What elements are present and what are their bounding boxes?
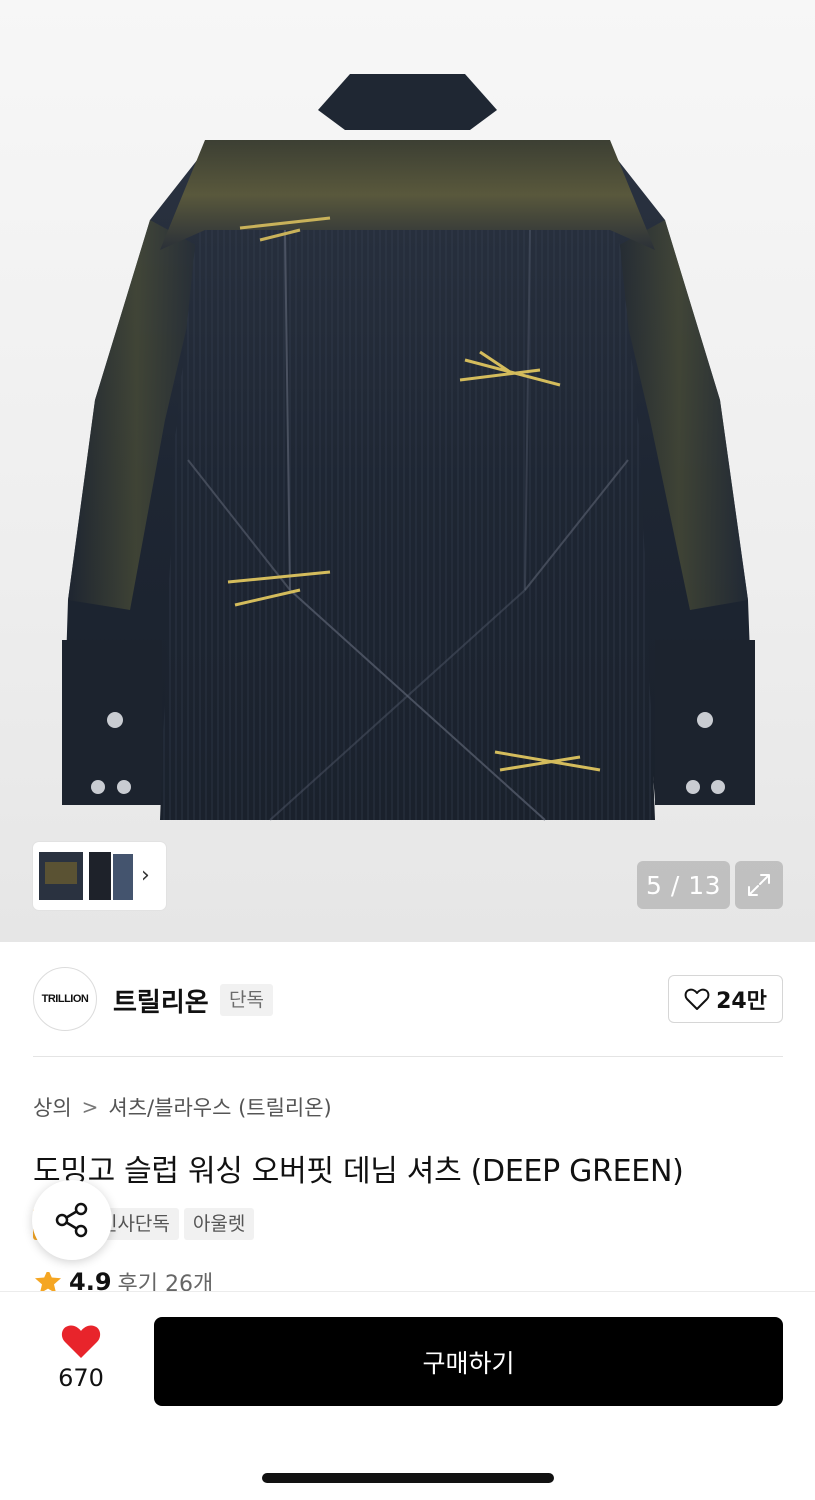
share-icon — [55, 1202, 88, 1238]
product-rating[interactable]: 4.9 후기 26개 — [33, 1272, 213, 1292]
home-indicator — [262, 1473, 554, 1483]
product-title: 도밍고 슬럽 워싱 오버핏 데님 셔츠 (DEEP GREEN) — [33, 1154, 684, 1189]
breadcrumb: 상의 > 셔츠/블라우스 (트릴리온) — [33, 1092, 332, 1122]
brand-like-count: 24만 — [716, 989, 767, 1014]
share-button[interactable] — [32, 1180, 112, 1260]
heart-outline-icon — [684, 988, 710, 1010]
product-main-image — [62, 74, 755, 821]
brand-name[interactable]: 트릴리온 — [113, 982, 209, 1019]
wishlist-count: 670 — [58, 1364, 104, 1392]
breadcrumb-item-subcategory[interactable]: 셔츠/블라우스 (트릴리온) — [108, 1092, 331, 1122]
image-counter: 5 / 13 — [637, 861, 730, 909]
section-divider — [33, 1056, 783, 1057]
expand-icon — [748, 874, 770, 896]
breadcrumb-item-category[interactable]: 상의 — [33, 1092, 72, 1122]
chevron-right-icon: › — [141, 863, 150, 888]
thumbnail-images — [39, 852, 133, 900]
review-count: 후기 26개 — [117, 1272, 214, 1292]
rating-score: 4.9 — [69, 1272, 112, 1292]
star-icon — [35, 1272, 61, 1292]
tag-outlet: 아울렛 — [183, 1208, 255, 1240]
buy-button[interactable]: 구매하기 — [154, 1317, 783, 1406]
wishlist-button[interactable]: 670 — [40, 1322, 122, 1392]
brand-logo-text: TRILLION — [41, 993, 89, 1005]
thumbnail-strip[interactable]: › — [33, 842, 166, 910]
brand-logo[interactable]: TRILLION — [33, 967, 97, 1031]
brand-exclusive-badge: 단독 — [220, 984, 273, 1016]
brand-like-button[interactable]: 24만 — [668, 975, 783, 1023]
expand-button[interactable] — [735, 861, 783, 909]
heart-filled-icon — [61, 1325, 101, 1358]
breadcrumb-separator-icon: > — [81, 1095, 99, 1119]
product-image-gallery[interactable]: › 5 / 13 — [0, 0, 815, 942]
